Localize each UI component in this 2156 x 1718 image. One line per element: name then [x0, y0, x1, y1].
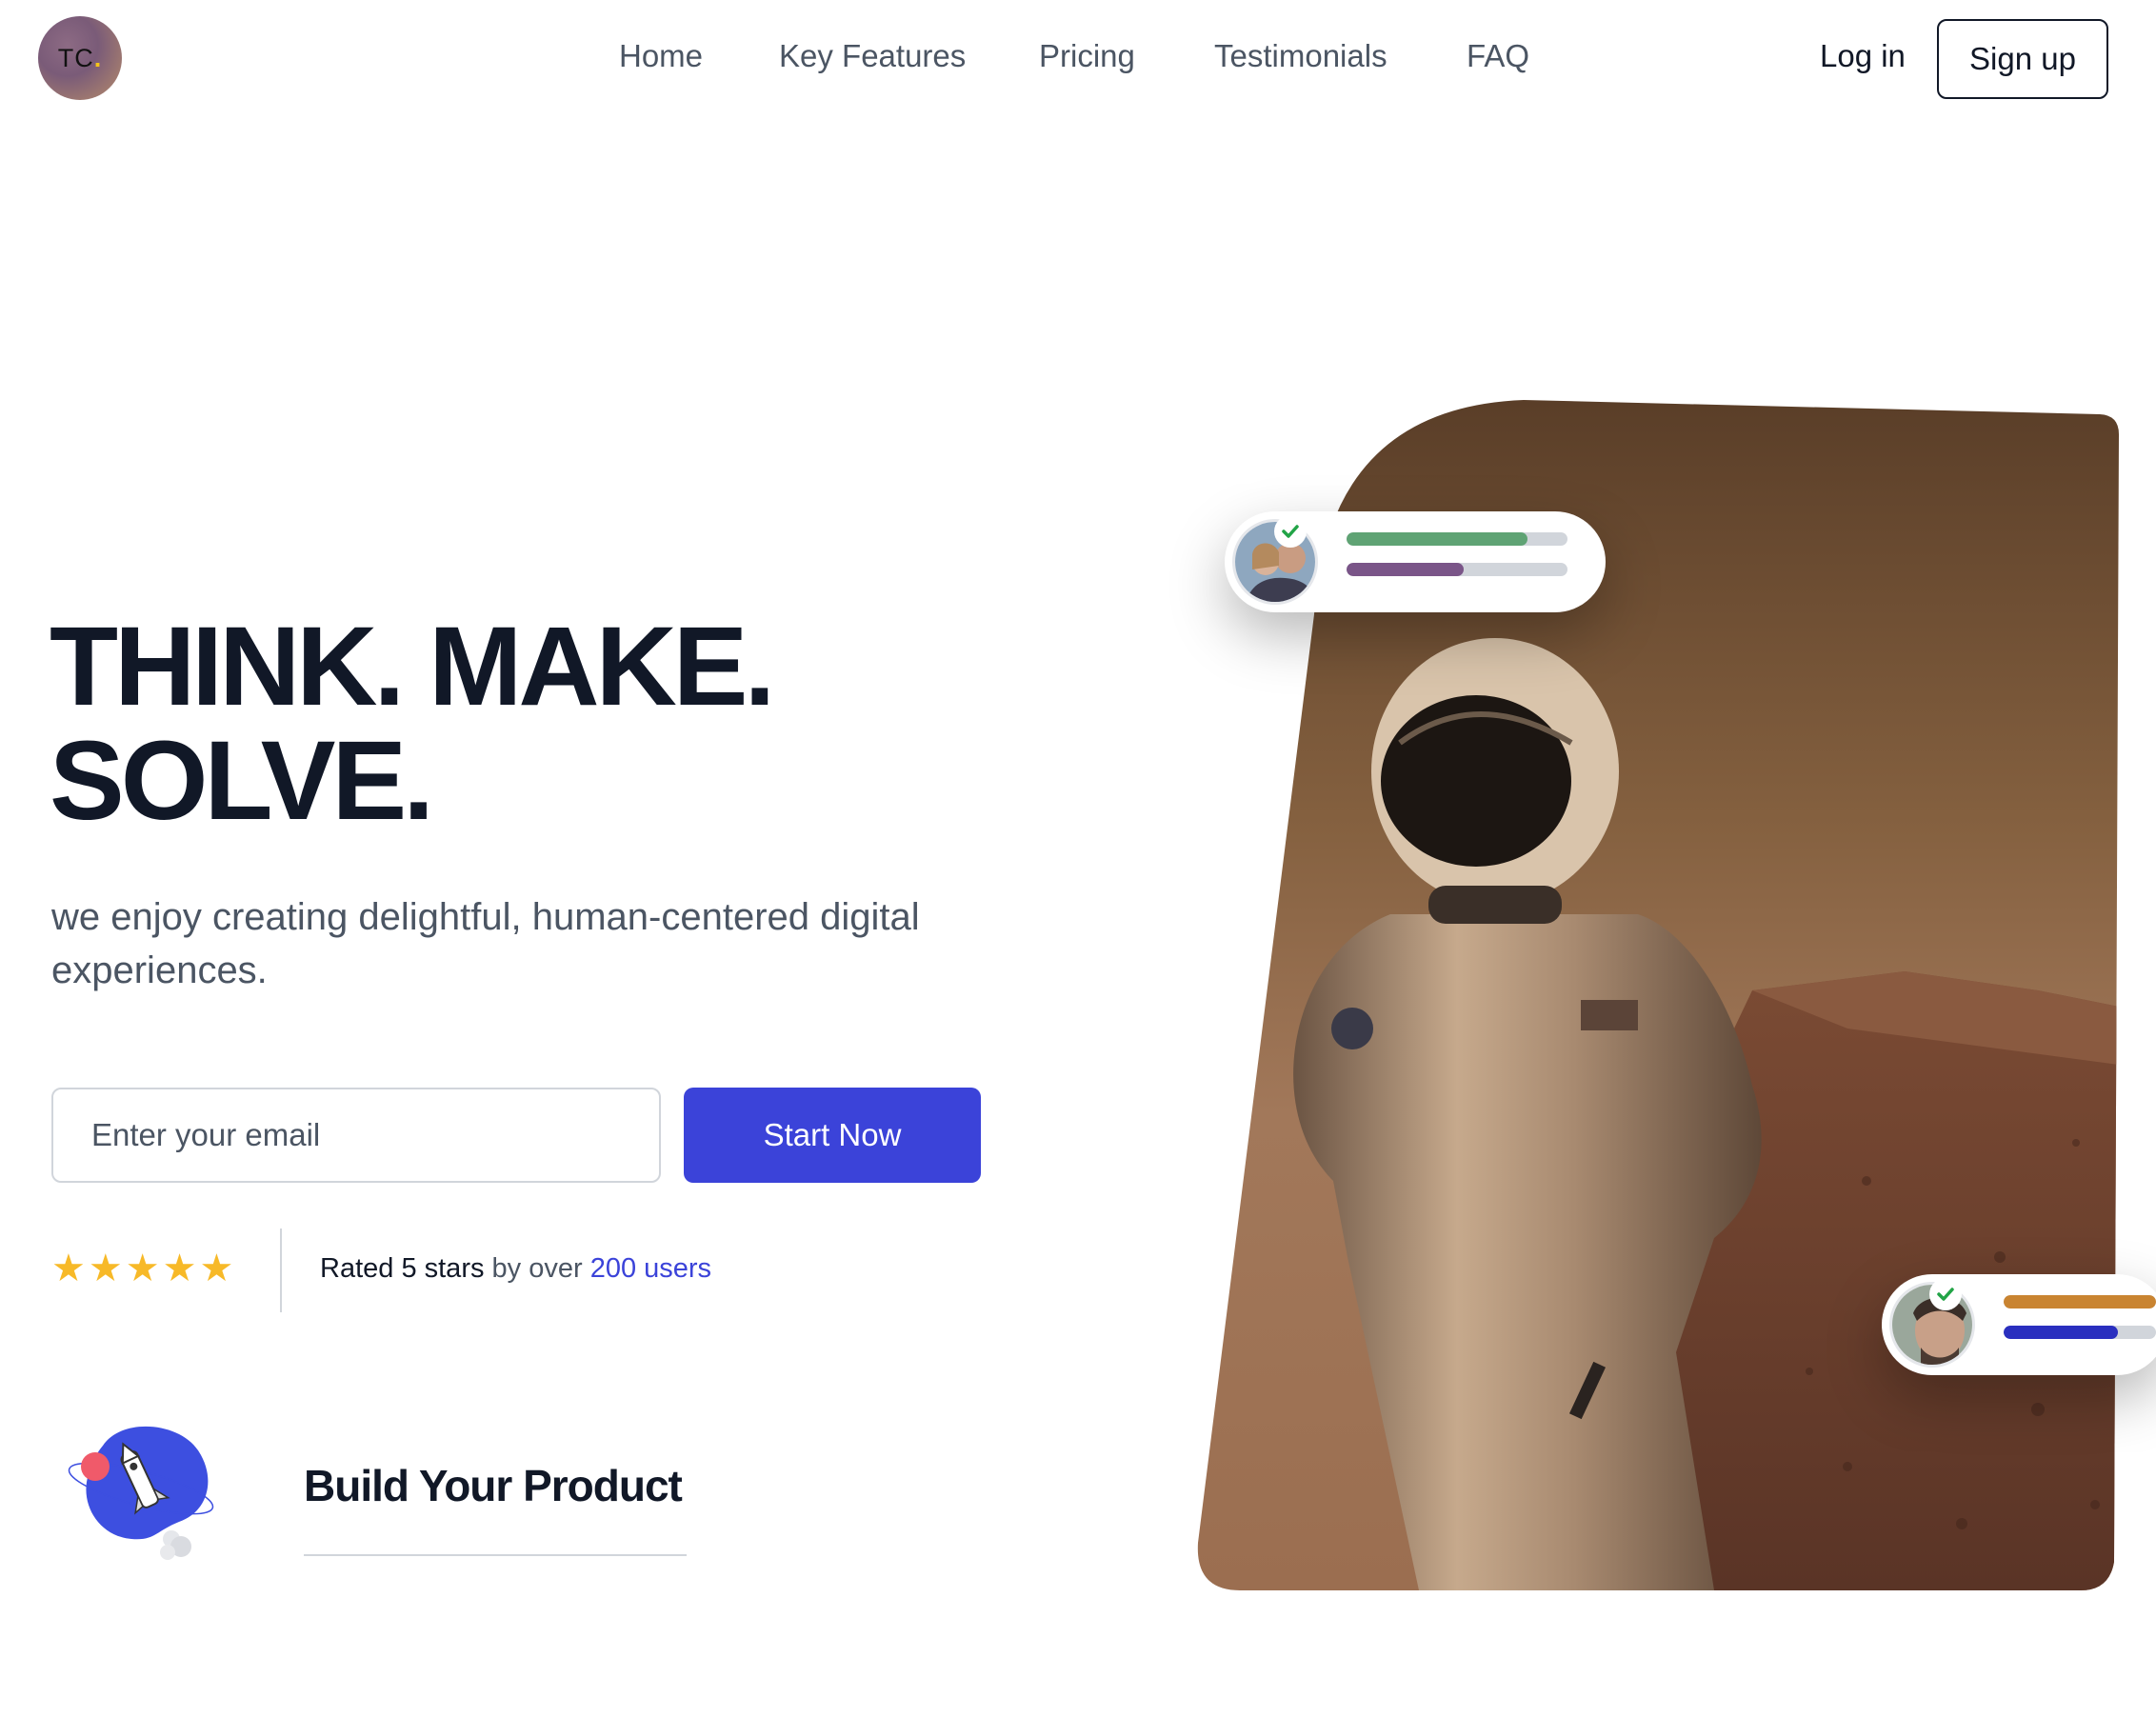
rating-text: Rated 5 stars by over 200 users: [320, 1253, 711, 1285]
rating-users-link[interactable]: 200 users: [590, 1253, 711, 1284]
email-input[interactable]: [51, 1088, 661, 1183]
login-link[interactable]: Log in: [1820, 38, 1906, 74]
rating-divider: [280, 1229, 282, 1312]
nav-key-features[interactable]: Key Features: [779, 38, 966, 74]
user-progress-card: [1225, 511, 1606, 612]
hero-subtitle: we enjoy creating delightful, human-cent…: [51, 896, 920, 991]
progress-bar-fill: [1347, 563, 1464, 576]
star-icon: ★: [162, 1248, 197, 1289]
rocket-illustration-icon: [68, 1426, 214, 1560]
start-now-button[interactable]: Start Now: [684, 1088, 981, 1183]
rating-prefix: Rated 5 stars: [320, 1253, 485, 1284]
nav-pricing[interactable]: Pricing: [1039, 38, 1135, 74]
nav-faq[interactable]: FAQ: [1467, 38, 1529, 74]
progress-bar: [2004, 1326, 2156, 1339]
star-icon: ★: [199, 1248, 234, 1289]
progress-bar-fill: [2004, 1295, 2156, 1308]
hero-title-line1: THINK. MAKE.: [50, 604, 775, 729]
feature-underline: [304, 1554, 687, 1556]
progress-bar: [2004, 1295, 2156, 1308]
rating-middle: by over: [484, 1253, 590, 1284]
progress-bar: [1347, 532, 1567, 546]
star-icon: ★: [51, 1248, 86, 1289]
progress-bar-fill: [1347, 532, 1528, 546]
nav-testimonials[interactable]: Testimonials: [1214, 38, 1387, 74]
hero-title: THINK. MAKE. SOLVE.: [50, 609, 1002, 838]
progress-bar-fill: [2004, 1326, 2118, 1339]
feature-title: Build Your Product: [304, 1461, 683, 1510]
check-icon: [1274, 515, 1307, 548]
nav-home[interactable]: Home: [619, 38, 703, 74]
star-icon: ★: [125, 1248, 160, 1289]
user-progress-card: [1882, 1274, 2156, 1375]
rating-stars: ★ ★ ★ ★ ★: [51, 1245, 233, 1292]
check-icon: [1929, 1278, 1962, 1310]
signup-button[interactable]: Sign up: [1937, 19, 2108, 99]
hero-title-line2: SOLVE.: [50, 718, 434, 844]
star-icon: ★: [88, 1248, 123, 1289]
progress-bar: [1347, 563, 1567, 576]
